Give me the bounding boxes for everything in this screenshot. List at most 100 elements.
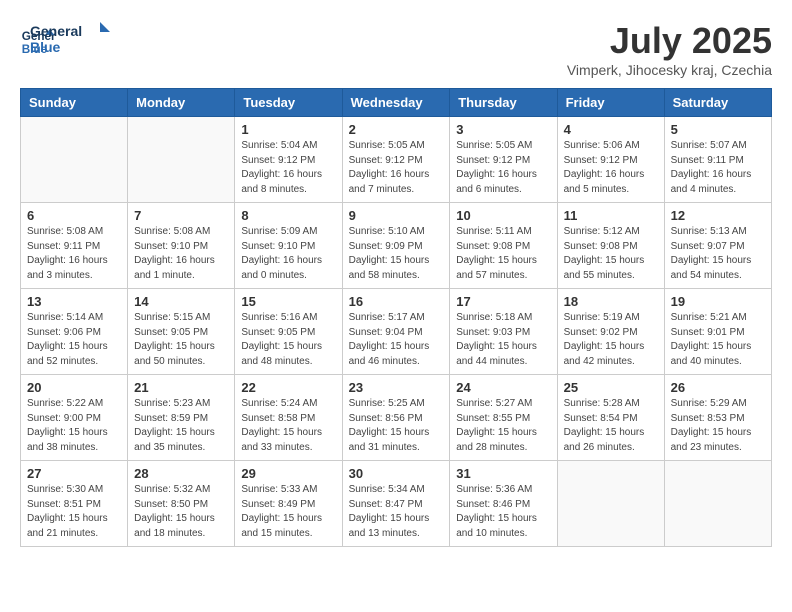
- day-info: Sunrise: 5:17 AM Sunset: 9:04 PM Dayligh…: [349, 311, 444, 369]
- day-number: 25: [564, 380, 658, 395]
- day-number: 4: [564, 122, 658, 137]
- day-info: Sunrise: 5:19 AM Sunset: 9:02 PM Dayligh…: [564, 311, 658, 369]
- calendar-cell: 6Sunrise: 5:08 AM Sunset: 9:11 PM Daylig…: [21, 203, 128, 289]
- month-title: July 2025: [567, 20, 772, 62]
- day-info: Sunrise: 5:12 AM Sunset: 9:08 PM Dayligh…: [564, 225, 658, 283]
- week-row-4: 20 Sunrise: 5:22 AM Sunset: 9:00 PM Dayli…: [21, 375, 772, 461]
- day-info: Sunrise: 5:11 AM Sunset: 9:08 PM Dayligh…: [456, 225, 550, 283]
- day-info: Sunrise: 5:13 AM Sunset: 9:07 PM Dayligh…: [671, 225, 765, 283]
- day-info: Sunrise: 5:29 AM Sunset: 8:53 PM Dayligh…: [671, 397, 765, 455]
- title-block: July 2025 Vimperk, Jihocesky kraj, Czech…: [567, 20, 772, 78]
- day-number: 7: [134, 208, 228, 223]
- day-info: Sunrise: 5:36 AM Sunset: 8:46 PM Dayligh…: [456, 483, 550, 541]
- day-number: 17: [456, 294, 550, 309]
- day-info: Sunrise: 5:15 AM Sunset: 9:05 PM Dayligh…: [134, 311, 228, 369]
- calendar-cell: 14 Sunrise: 5:15 AM Sunset: 9:05 PM Dayli…: [128, 289, 235, 375]
- day-number: 31: [456, 466, 550, 481]
- calendar-cell: 16 Sunrise: 5:17 AM Sunset: 9:04 PM Dayli…: [342, 289, 450, 375]
- calendar-cell: 30 Sunrise: 5:34 AM Sunset: 8:47 PM Dayli…: [342, 461, 450, 547]
- day-info: Sunrise: 5:24 AM Sunset: 8:58 PM Dayligh…: [241, 397, 335, 455]
- calendar-table: SundayMondayTuesdayWednesdayThursdayFrid…: [20, 88, 772, 547]
- day-number: 16: [349, 294, 444, 309]
- calendar-cell: [21, 117, 128, 203]
- week-row-3: 13 Sunrise: 5:14 AM Sunset: 9:06 PM Dayli…: [21, 289, 772, 375]
- day-number: 5: [671, 122, 765, 137]
- weekday-header-friday: Friday: [557, 89, 664, 117]
- day-number: 21: [134, 380, 228, 395]
- day-number: 15: [241, 294, 335, 309]
- logo-svg: General Blue: [30, 20, 110, 58]
- weekday-header-sunday: Sunday: [21, 89, 128, 117]
- day-info: Sunrise: 5:07 AM Sunset: 9:11 PM Dayligh…: [671, 139, 765, 197]
- day-number: 11: [564, 208, 658, 223]
- day-number: 22: [241, 380, 335, 395]
- calendar-cell: 9 Sunrise: 5:10 AM Sunset: 9:09 PM Daylig…: [342, 203, 450, 289]
- calendar-cell: 31 Sunrise: 5:36 AM Sunset: 8:46 PM Dayli…: [450, 461, 557, 547]
- day-number: 13: [27, 294, 121, 309]
- day-number: 28: [134, 466, 228, 481]
- day-number: 29: [241, 466, 335, 481]
- day-info: Sunrise: 5:06 AM Sunset: 9:12 PM Dayligh…: [564, 139, 658, 197]
- calendar-cell: 23 Sunrise: 5:25 AM Sunset: 8:56 PM Dayli…: [342, 375, 450, 461]
- day-info: Sunrise: 5:34 AM Sunset: 8:47 PM Dayligh…: [349, 483, 444, 541]
- calendar-cell: 24Sunrise: 5:27 AM Sunset: 8:55 PM Dayli…: [450, 375, 557, 461]
- calendar-cell: 18 Sunrise: 5:19 AM Sunset: 9:02 PM Dayli…: [557, 289, 664, 375]
- week-row-5: 27Sunrise: 5:30 AM Sunset: 8:51 PM Dayli…: [21, 461, 772, 547]
- calendar-cell: 10 Sunrise: 5:11 AM Sunset: 9:08 PM Dayli…: [450, 203, 557, 289]
- weekday-header-wednesday: Wednesday: [342, 89, 450, 117]
- day-info: Sunrise: 5:22 AM Sunset: 9:00 PM Dayligh…: [27, 397, 121, 455]
- day-info: Sunrise: 5:23 AM Sunset: 8:59 PM Dayligh…: [134, 397, 228, 455]
- calendar-cell: 28 Sunrise: 5:32 AM Sunset: 8:50 PM Dayli…: [128, 461, 235, 547]
- day-info: Sunrise: 5:05 AM Sunset: 9:12 PM Dayligh…: [349, 139, 444, 197]
- weekday-header-tuesday: Tuesday: [235, 89, 342, 117]
- day-number: 14: [134, 294, 228, 309]
- calendar-cell: 22 Sunrise: 5:24 AM Sunset: 8:58 PM Dayli…: [235, 375, 342, 461]
- day-number: 20: [27, 380, 121, 395]
- weekday-header-monday: Monday: [128, 89, 235, 117]
- weekday-header-thursday: Thursday: [450, 89, 557, 117]
- day-number: 9: [349, 208, 444, 223]
- day-number: 23: [349, 380, 444, 395]
- day-info: Sunrise: 5:08 AM Sunset: 9:10 PM Dayligh…: [134, 225, 228, 283]
- day-number: 10: [456, 208, 550, 223]
- day-number: 12: [671, 208, 765, 223]
- day-number: 27: [27, 466, 121, 481]
- calendar-cell: 25 Sunrise: 5:28 AM Sunset: 8:54 PM Dayli…: [557, 375, 664, 461]
- calendar-cell: 8 Sunrise: 5:09 AM Sunset: 9:10 PM Daylig…: [235, 203, 342, 289]
- calendar-cell: [664, 461, 771, 547]
- calendar-cell: 13 Sunrise: 5:14 AM Sunset: 9:06 PM Dayli…: [21, 289, 128, 375]
- weekday-header-saturday: Saturday: [664, 89, 771, 117]
- calendar-cell: 29Sunrise: 5:33 AM Sunset: 8:49 PM Dayli…: [235, 461, 342, 547]
- day-info: Sunrise: 5:08 AM Sunset: 9:11 PM Dayligh…: [27, 225, 121, 283]
- day-number: 3: [456, 122, 550, 137]
- day-number: 24: [456, 380, 550, 395]
- page-header: General Blue General Blue July 2025 Vimp…: [20, 20, 772, 78]
- day-info: Sunrise: 5:14 AM Sunset: 9:06 PM Dayligh…: [27, 311, 121, 369]
- logo: General Blue General Blue: [20, 20, 110, 63]
- calendar-cell: 11 Sunrise: 5:12 AM Sunset: 9:08 PM Dayli…: [557, 203, 664, 289]
- day-number: 8: [241, 208, 335, 223]
- day-info: Sunrise: 5:18 AM Sunset: 9:03 PM Dayligh…: [456, 311, 550, 369]
- day-info: Sunrise: 5:25 AM Sunset: 8:56 PM Dayligh…: [349, 397, 444, 455]
- day-number: 2: [349, 122, 444, 137]
- calendar-cell: 4 Sunrise: 5:06 AM Sunset: 9:12 PM Daylig…: [557, 117, 664, 203]
- day-number: 18: [564, 294, 658, 309]
- calendar-cell: 19Sunrise: 5:21 AM Sunset: 9:01 PM Dayli…: [664, 289, 771, 375]
- calendar-cell: 17 Sunrise: 5:18 AM Sunset: 9:03 PM Dayli…: [450, 289, 557, 375]
- day-info: Sunrise: 5:05 AM Sunset: 9:12 PM Dayligh…: [456, 139, 550, 197]
- day-info: Sunrise: 5:32 AM Sunset: 8:50 PM Dayligh…: [134, 483, 228, 541]
- calendar-cell: 3 Sunrise: 5:05 AM Sunset: 9:12 PM Daylig…: [450, 117, 557, 203]
- calendar-cell: 1Sunrise: 5:04 AM Sunset: 9:12 PM Daylig…: [235, 117, 342, 203]
- day-info: Sunrise: 5:04 AM Sunset: 9:12 PM Dayligh…: [241, 139, 335, 197]
- calendar-cell: 7 Sunrise: 5:08 AM Sunset: 9:10 PM Daylig…: [128, 203, 235, 289]
- calendar-cell: 15Sunrise: 5:16 AM Sunset: 9:05 PM Dayli…: [235, 289, 342, 375]
- day-info: Sunrise: 5:10 AM Sunset: 9:09 PM Dayligh…: [349, 225, 444, 283]
- calendar-cell: [128, 117, 235, 203]
- day-info: Sunrise: 5:09 AM Sunset: 9:10 PM Dayligh…: [241, 225, 335, 283]
- calendar-cell: 2 Sunrise: 5:05 AM Sunset: 9:12 PM Daylig…: [342, 117, 450, 203]
- calendar-cell: 27Sunrise: 5:30 AM Sunset: 8:51 PM Dayli…: [21, 461, 128, 547]
- calendar-cell: 21 Sunrise: 5:23 AM Sunset: 8:59 PM Dayli…: [128, 375, 235, 461]
- weekday-header-row: SundayMondayTuesdayWednesdayThursdayFrid…: [21, 89, 772, 117]
- day-info: Sunrise: 5:28 AM Sunset: 8:54 PM Dayligh…: [564, 397, 658, 455]
- day-number: 30: [349, 466, 444, 481]
